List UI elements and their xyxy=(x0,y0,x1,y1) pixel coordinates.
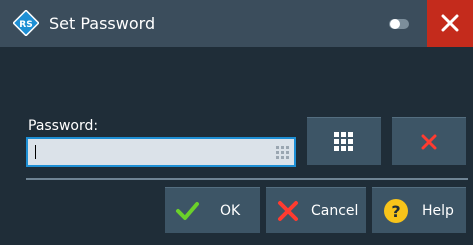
svg-text:?: ? xyxy=(391,202,400,221)
checkmark-icon xyxy=(175,199,199,227)
set-password-dialog: RS Set Password Password: OK Cancel ? He… xyxy=(0,0,473,245)
window-title: Set Password xyxy=(49,14,156,33)
help-label: Help xyxy=(422,203,454,219)
password-label: Password: xyxy=(28,118,99,134)
text-caret xyxy=(35,145,36,159)
title-bar: RS Set Password xyxy=(0,0,473,47)
ok-label: OK xyxy=(220,203,241,219)
rohde-schwarz-logo-icon: RS xyxy=(12,9,40,37)
clear-button[interactable] xyxy=(392,117,466,165)
ok-button[interactable]: OK xyxy=(165,187,260,233)
divider xyxy=(26,178,468,180)
keypad-button[interactable] xyxy=(307,117,381,165)
cancel-button[interactable]: Cancel xyxy=(266,187,366,233)
cancel-x-icon xyxy=(276,199,300,227)
close-button[interactable] xyxy=(427,0,473,47)
help-button[interactable]: ? Help xyxy=(372,187,466,233)
toggle-icon[interactable] xyxy=(388,16,410,30)
svg-text:RS: RS xyxy=(19,20,32,30)
keypad-icon xyxy=(276,145,290,164)
password-input[interactable] xyxy=(26,137,296,167)
cancel-label: Cancel xyxy=(311,203,359,219)
help-icon: ? xyxy=(382,199,410,231)
